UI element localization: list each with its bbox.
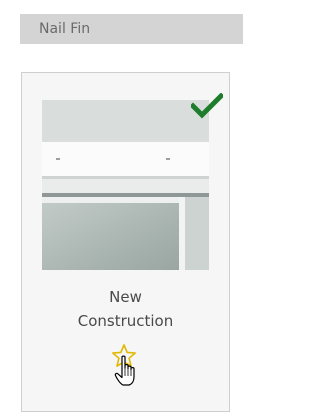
section-header: Nail Fin [20,14,243,44]
card-caption: New Construction [22,285,229,333]
checkmark-icon [191,93,223,119]
star-outline-icon[interactable] [111,343,137,369]
option-card-new-construction[interactable]: New Construction [21,72,230,412]
window-frame-image [42,100,209,270]
section-title: Nail Fin [39,21,91,37]
caption-line-2: Construction [77,312,174,330]
window-thumbnail [42,100,209,270]
caption-line-1: New [109,288,142,306]
page: Nail Fin New Construction [0,0,243,418]
